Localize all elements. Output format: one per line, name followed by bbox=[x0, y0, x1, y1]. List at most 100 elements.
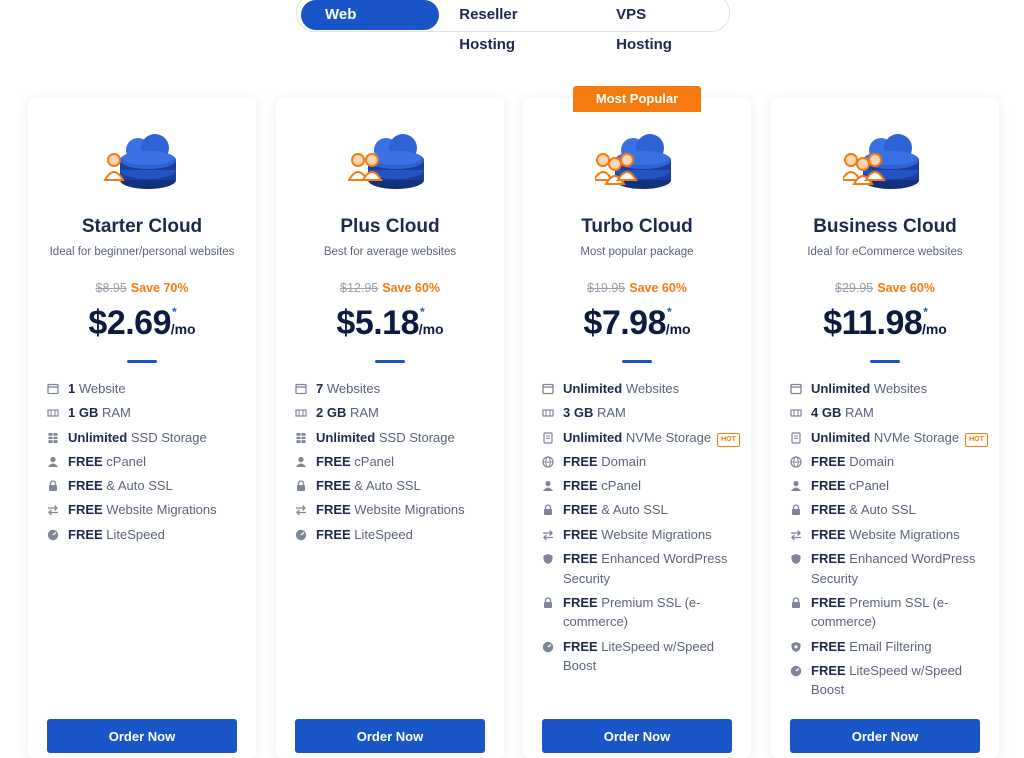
feature-highlight: Unlimited bbox=[811, 381, 871, 396]
price-amount: $5.18 bbox=[336, 304, 420, 342]
feature-highlight: Unlimited bbox=[811, 429, 871, 445]
feature-item: Unlimited Websites bbox=[790, 379, 995, 399]
lock-icon bbox=[295, 480, 307, 492]
feature-highlight: FREE bbox=[563, 638, 598, 654]
feature-highlight: FREE bbox=[811, 526, 846, 542]
order-now-button[interactable]: Order Now bbox=[542, 719, 732, 753]
window-icon bbox=[790, 383, 802, 395]
order-now-button[interactable]: Order Now bbox=[47, 719, 237, 753]
feature-item: FREE Enhanced WordPress Security bbox=[790, 549, 995, 588]
plan-name: Turbo Cloud bbox=[581, 216, 693, 237]
feature-highlight: FREE bbox=[316, 478, 351, 494]
price-amount: $11.98 bbox=[823, 304, 923, 342]
feature-highlight: FREE bbox=[68, 502, 103, 518]
price-period: /mo bbox=[921, 321, 947, 337]
feature-text: Domain bbox=[845, 453, 895, 469]
feature-text: Websites bbox=[323, 381, 381, 396]
user-icon bbox=[790, 480, 802, 492]
feature-item: FREE Premium SSL (e-commerce) bbox=[542, 593, 747, 632]
globe-icon bbox=[542, 456, 554, 468]
feature-item: FREE Domain bbox=[790, 452, 995, 472]
price-amount: $7.98 bbox=[583, 304, 667, 342]
divider bbox=[870, 360, 900, 363]
feature-highlight: FREE bbox=[68, 526, 103, 542]
feature-item: FREE Domain bbox=[542, 452, 747, 472]
feature-highlight: FREE bbox=[563, 551, 598, 567]
feature-highlight: FREE bbox=[563, 526, 598, 542]
lock-icon bbox=[542, 504, 554, 516]
save-percent: Save 60% bbox=[877, 281, 935, 295]
ram-icon bbox=[542, 407, 554, 419]
feature-highlight: Unlimited bbox=[68, 429, 128, 445]
feature-item: Unlimited NVMe Storage HOT bbox=[790, 428, 995, 448]
price-asterisk: * bbox=[172, 305, 177, 319]
plan-card-plus-cloud: Plus Cloud Best for average websites $12.9… bbox=[276, 98, 504, 758]
feature-text: Website Migrations bbox=[102, 502, 217, 518]
feature-text: Email Filtering bbox=[845, 638, 932, 654]
speed-icon bbox=[542, 641, 554, 653]
divider bbox=[127, 360, 157, 363]
nvme-icon bbox=[542, 431, 554, 444]
divider bbox=[622, 360, 652, 363]
storage-icon bbox=[295, 432, 307, 444]
feature-highlight: Unlimited bbox=[563, 429, 623, 445]
user-icon bbox=[47, 456, 59, 468]
cloud-people-icon bbox=[523, 128, 751, 198]
feature-item: 7 Websites bbox=[295, 379, 500, 399]
feature-item: FREE LiteSpeed bbox=[295, 525, 500, 545]
lock-icon bbox=[542, 597, 554, 609]
feature-text: SSD Storage bbox=[375, 429, 455, 445]
feature-highlight: FREE bbox=[811, 551, 846, 567]
feature-highlight: FREE bbox=[563, 478, 598, 494]
feature-list: Unlimited Websites 3 GB RAM Unlimited NVMe… bbox=[542, 379, 747, 680]
lock-icon bbox=[790, 504, 802, 516]
feature-list: 7 Websites 2 GB RAM Unlimited SSD Storage F… bbox=[295, 379, 500, 549]
discount-line: $8.95 Save 70% bbox=[28, 281, 256, 295]
order-now-button[interactable]: Order Now bbox=[295, 719, 485, 753]
cloud-people-icon bbox=[28, 128, 256, 198]
speed-icon bbox=[790, 665, 802, 677]
feature-highlight: FREE bbox=[68, 478, 103, 494]
feature-item: 4 GB RAM bbox=[790, 403, 995, 423]
price: $5.18* /mo bbox=[276, 304, 504, 343]
feature-highlight: FREE bbox=[811, 502, 846, 518]
order-now-button[interactable]: Order Now bbox=[790, 719, 980, 753]
feature-text: Websites bbox=[622, 381, 680, 396]
feature-item: FREE cPanel bbox=[542, 476, 747, 496]
feature-text: & Auto SSL bbox=[350, 478, 421, 494]
user-icon bbox=[295, 456, 307, 468]
feature-item: FREE LiteSpeed w/Speed Boost bbox=[542, 637, 747, 676]
price-asterisk: * bbox=[420, 305, 425, 319]
feature-text: RAM bbox=[841, 405, 874, 421]
feature-highlight: 1 GB bbox=[68, 405, 99, 421]
old-price: $8.95 bbox=[95, 281, 127, 295]
feature-text: LiteSpeed bbox=[350, 526, 413, 542]
feature-text: RAM bbox=[346, 405, 379, 421]
feature-item: 2 GB RAM bbox=[295, 403, 500, 423]
lock-icon bbox=[47, 480, 59, 492]
migrate-icon bbox=[790, 529, 802, 541]
feature-highlight: FREE bbox=[316, 502, 351, 518]
plan-card-business-cloud: Business Cloud Ideal for eCommerce websit… bbox=[771, 98, 999, 758]
price-period: /mo bbox=[418, 321, 444, 337]
plan-card-turbo-cloud: Turbo Cloud Most popular package $19.95 Sav… bbox=[523, 98, 751, 758]
feature-item: Unlimited Websites bbox=[542, 379, 747, 399]
feature-highlight: FREE bbox=[316, 526, 351, 542]
feature-item: 1 GB RAM bbox=[47, 403, 252, 423]
feature-item: FREE & Auto SSL bbox=[790, 500, 995, 520]
feature-item: FREE cPanel bbox=[47, 452, 252, 472]
discount-line: $19.95 Save 60% bbox=[523, 281, 751, 295]
discount-line: $12.95 Save 60% bbox=[276, 281, 504, 295]
feature-item: FREE Website Migrations bbox=[542, 525, 747, 545]
window-icon bbox=[295, 383, 307, 395]
feature-highlight: FREE bbox=[811, 453, 846, 469]
plan-card-starter-cloud: Starter Cloud Ideal for beginner/personal… bbox=[28, 98, 256, 758]
feature-item: FREE & Auto SSL bbox=[295, 476, 500, 496]
ram-icon bbox=[295, 407, 307, 419]
cloud-people-icon bbox=[771, 128, 999, 198]
feature-text: Website Migrations bbox=[845, 526, 960, 542]
feature-text: cPanel bbox=[845, 478, 890, 494]
divider bbox=[375, 360, 405, 363]
globe-icon bbox=[790, 456, 802, 468]
feature-text: NVMe Storage bbox=[622, 429, 712, 445]
